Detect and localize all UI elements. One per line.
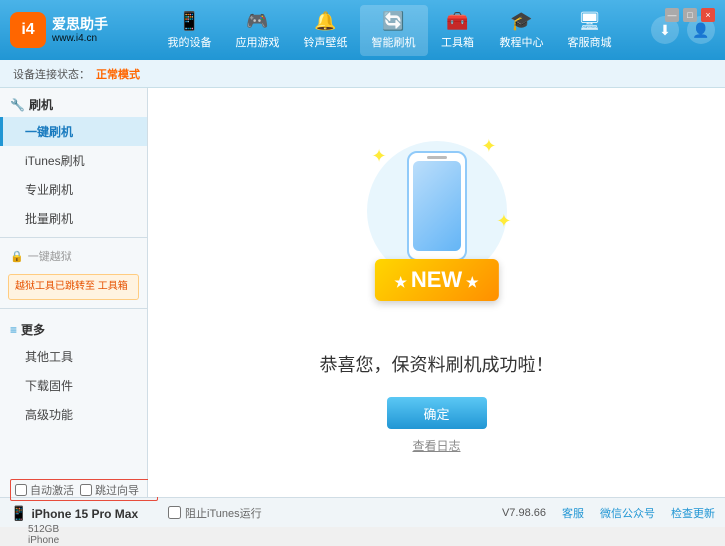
logo-sub: www.i4.cn: [52, 33, 108, 44]
flash-section-label: 刷机: [29, 96, 53, 113]
toolbox-icon: 🧰: [446, 11, 468, 32]
tab-my-device[interactable]: 📱 我的设备: [156, 5, 224, 56]
my-device-icon: 📱: [178, 11, 200, 32]
breadcrumb: 设备连接状态： 正常模式: [0, 60, 725, 88]
flash-section-icon: 🔧: [10, 98, 25, 112]
sidebar-divider-1: [0, 237, 147, 238]
tab-ringtone-label: 铃声壁纸: [304, 34, 348, 50]
content-area: ✦ ✦ ✦ NEW 恭喜您，保资料刷机成功啦！ 确定 查看日志: [148, 88, 725, 497]
app-games-icon: 🎮: [246, 11, 268, 32]
time-guide-label: 跳过向导: [95, 482, 139, 498]
auto-activate-checkbox-label[interactable]: 自动激活: [15, 482, 74, 498]
device-info-row: 📱 iPhone 15 Pro Max: [10, 503, 158, 524]
logo-area: i4 爱思助手 www.i4.cn: [10, 12, 108, 48]
sidebar-item-advanced[interactable]: 高级功能: [0, 400, 147, 429]
more-section-icon: ≡: [10, 323, 17, 337]
tab-app-games-label: 应用游戏: [236, 34, 280, 50]
tab-toolbox-label: 工具箱: [441, 34, 474, 50]
itunes-label: 阻止iTunes运行: [185, 505, 262, 521]
itunes-row: 阻止iTunes运行: [168, 505, 262, 521]
device-phone-icon: 📱: [10, 505, 27, 522]
disabled-label: 一键越狱: [28, 248, 72, 264]
version-text: V7.98.66: [502, 507, 546, 519]
tab-smart-flash-label: 智能刷机: [372, 34, 416, 50]
logo-icon: i4: [10, 12, 46, 48]
wechat-link[interactable]: 微信公众号: [600, 505, 655, 521]
tab-ringtone[interactable]: 🔔 铃声壁纸: [292, 5, 360, 56]
sidebar-item-itunes-flash[interactable]: iTunes刷机: [0, 146, 147, 175]
sidebar-divider-2: [0, 308, 147, 309]
tab-app-games[interactable]: 🎮 应用游戏: [224, 5, 292, 56]
close-button[interactable]: ×: [701, 8, 715, 22]
time-guide-checkbox[interactable]: [80, 484, 92, 496]
tab-toolbox[interactable]: 🧰 工具箱: [428, 5, 488, 56]
device-type: iPhone: [10, 535, 158, 546]
customer-service-link[interactable]: 客服: [562, 505, 584, 521]
breadcrumb-prefix: 设备连接状态：: [13, 66, 90, 82]
smart-flash-icon: 🔄: [382, 11, 404, 32]
more-section-label: 更多: [21, 321, 45, 338]
tutorials-icon: 🎓: [510, 11, 532, 32]
itunes-checkbox[interactable]: [168, 506, 181, 519]
sidebar-note: 越狱工具已跳转至 工具箱: [8, 274, 139, 300]
sidebar-item-one-key-flash[interactable]: 一键刷机: [0, 117, 147, 146]
success-illustration: ✦ ✦ ✦ NEW: [347, 131, 527, 331]
header: i4 爱思助手 www.i4.cn 📱 我的设备 🎮 应用游戏 🔔 铃声壁纸 🔄…: [0, 0, 725, 60]
time-guide-checkbox-label[interactable]: 跳过向导: [80, 482, 139, 498]
ringtone-icon: 🔔: [314, 11, 336, 32]
bottom-center: 阻止iTunes运行: [158, 505, 502, 521]
bottom-bar: 自动激活 跳过向导 📱 iPhone 15 Pro Max 512GB iPho…: [0, 497, 725, 527]
bottom-right: V7.98.66 客服 微信公众号 检查更新: [502, 505, 715, 521]
sidebar: 🔧 刷机 一键刷机 iTunes刷机 专业刷机 批量刷机 🔒 一键越狱 越狱工具…: [0, 88, 148, 497]
device-name: iPhone 15 Pro Max: [31, 507, 138, 521]
minimize-button[interactable]: —: [665, 8, 679, 22]
tab-smart-flash[interactable]: 🔄 智能刷机: [360, 5, 428, 56]
check-update-link[interactable]: 检查更新: [671, 505, 715, 521]
sparkle-2: ✦: [481, 136, 496, 157]
sidebar-disabled-jailbreak: 🔒 一键越狱: [0, 242, 147, 270]
phone-screen: [413, 161, 461, 251]
tab-service-label: 客服商城: [568, 34, 612, 50]
more-section-title: ≡ 更多: [0, 313, 147, 342]
confirm-button[interactable]: 确定: [387, 397, 487, 429]
auto-activate-row: 自动激活 跳过向导: [10, 479, 158, 501]
device-storage: 512GB: [10, 524, 158, 535]
sidebar-item-batch-flash[interactable]: 批量刷机: [0, 204, 147, 233]
service-icon: 🖥: [578, 11, 601, 32]
logo-name: 爱思助手: [52, 16, 108, 33]
bottom-left: 自动激活 跳过向导 📱 iPhone 15 Pro Max 512GB iPho…: [10, 479, 158, 546]
sidebar-item-pro-flash[interactable]: 专业刷机: [0, 175, 147, 204]
log-link[interactable]: 查看日志: [412, 437, 460, 454]
lock-icon: 🔒: [10, 250, 24, 263]
new-banner: NEW: [374, 259, 498, 301]
tab-tutorials-label: 教程中心: [500, 34, 544, 50]
tab-my-device-label: 我的设备: [168, 34, 212, 50]
logo-text: 爱思助手 www.i4.cn: [52, 16, 108, 44]
auto-activate-label: 自动激活: [30, 482, 74, 498]
sidebar-item-download-firmware[interactable]: 下载固件: [0, 371, 147, 400]
auto-activate-checkbox[interactable]: [15, 484, 27, 496]
sparkle-3: ✦: [496, 211, 511, 232]
phone-shape: [407, 151, 467, 261]
breadcrumb-status: 正常模式: [96, 66, 140, 82]
maximize-button[interactable]: □: [683, 8, 697, 22]
tab-tutorials[interactable]: 🎓 教程中心: [488, 5, 556, 56]
sidebar-item-other-tools[interactable]: 其他工具: [0, 342, 147, 371]
phone-speaker: [427, 156, 447, 159]
tab-service[interactable]: 🖥 客服商城: [556, 5, 624, 56]
sparkle-1: ✦: [372, 146, 387, 167]
nav-tabs: 📱 我的设备 🎮 应用游戏 🔔 铃声壁纸 🔄 智能刷机 🧰 工具箱 🎓: [128, 5, 651, 56]
main-area: 🔧 刷机 一键刷机 iTunes刷机 专业刷机 批量刷机 🔒 一键越狱 越狱工具…: [0, 88, 725, 497]
flash-section-title: 🔧 刷机: [0, 88, 147, 117]
success-title: 恭喜您，保资料刷机成功啦！: [320, 351, 554, 377]
